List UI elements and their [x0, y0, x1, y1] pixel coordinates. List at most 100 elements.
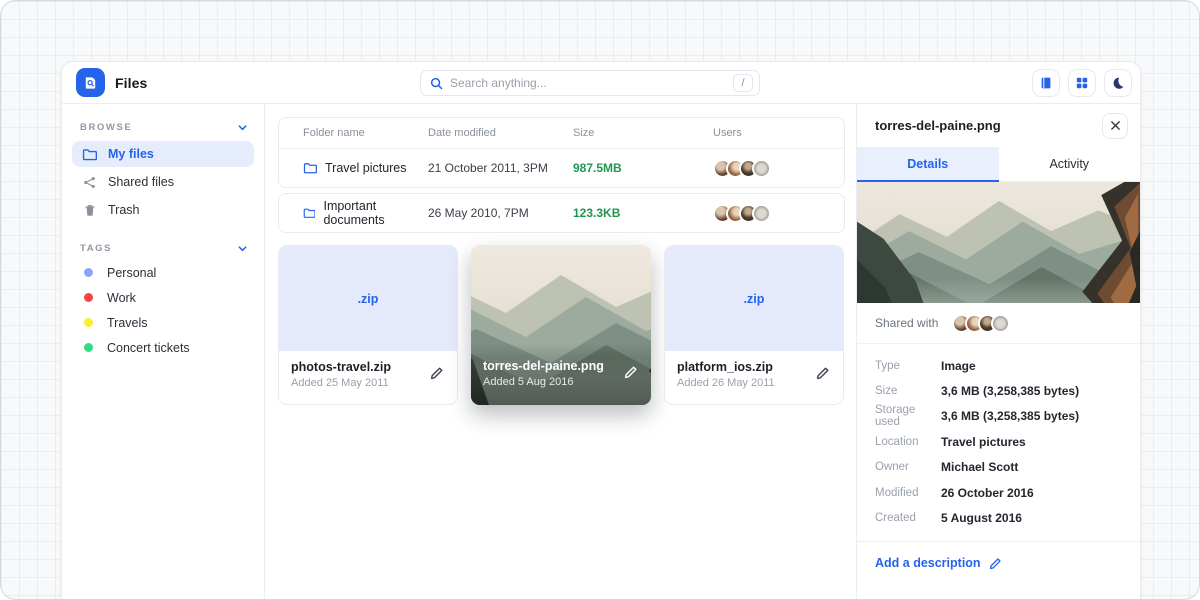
sidebar-item-my-files[interactable]: My files [72, 141, 254, 167]
shared-with-avatars [952, 314, 1010, 333]
table-row[interactable]: Important documents 26 May 2010, 7PM 123… [279, 194, 844, 232]
property-row: Size 3,6 MB (3,258,385 bytes) [875, 378, 1122, 403]
tag-label: Work [107, 291, 136, 305]
file-added-date: Added 25 May 2011 [291, 377, 445, 389]
tag-item-personal[interactable]: Personal [72, 260, 254, 285]
sidebar-item-label: Shared files [108, 175, 174, 189]
file-properties: Type Image Size 3,6 MB (3,258,385 bytes)… [857, 344, 1140, 542]
date-modified: 26 May 2010, 7PM [428, 206, 573, 220]
desktop-background: Files / BROWSE [0, 0, 1200, 600]
table-row[interactable]: Travel pictures 21 October 2011, 3PM 987… [279, 149, 844, 187]
header: Files / [62, 62, 1140, 104]
tag-label: Concert tickets [107, 341, 190, 355]
date-modified: 21 October 2011, 3PM [428, 161, 573, 175]
property-label: Location [875, 436, 941, 448]
search-input[interactable] [450, 76, 733, 90]
tag-label: Personal [107, 266, 156, 280]
close-panel-button[interactable] [1102, 113, 1128, 139]
table-header: Folder name Date modified Size Users [279, 118, 844, 149]
chevron-down-icon[interactable] [237, 243, 248, 254]
property-row: Location Travel pictures [875, 429, 1122, 454]
column-header: Size [573, 127, 713, 139]
page-title: Files [115, 75, 147, 91]
zip-preview: .zip [279, 246, 457, 351]
folder-size: 123.3KB [573, 206, 713, 220]
edit-pencil-icon[interactable] [816, 365, 831, 380]
add-description-label: Add a description [875, 556, 981, 570]
column-header: Users [713, 127, 844, 139]
sidebar-item-shared-files[interactable]: Shared files [72, 169, 254, 195]
app-window: Files / BROWSE [61, 61, 1141, 599]
search-icon [430, 77, 443, 90]
grid-view-icon [1075, 76, 1089, 90]
file-name: torres-del-paine.png [483, 359, 639, 373]
details-panel: torres-del-paine.png Details Activity Sh… [856, 104, 1140, 599]
property-value: 5 August 2016 [941, 511, 1122, 525]
property-label: Size [875, 385, 941, 397]
header-actions [1032, 69, 1132, 97]
dark-mode-button[interactable] [1104, 69, 1132, 97]
tag-item-travels[interactable]: Travels [72, 310, 254, 335]
grid-view-button[interactable] [1068, 69, 1096, 97]
property-value: Image [941, 359, 1122, 373]
property-label: Type [875, 360, 941, 372]
file-name: photos-travel.zip [291, 360, 445, 374]
panel-tabs: Details Activity [857, 147, 1140, 182]
property-label: Owner [875, 461, 941, 473]
user-avatars [713, 159, 844, 178]
tab-details[interactable]: Details [857, 147, 999, 182]
add-description-button[interactable]: Add a description [857, 542, 1140, 584]
property-value: 3,6 MB (3,258,385 bytes) [941, 409, 1122, 423]
tags-section-header[interactable]: TAGS [72, 237, 254, 260]
property-label: Modified [875, 487, 941, 499]
close-icon [1110, 120, 1121, 131]
search-bar[interactable]: / [420, 70, 760, 96]
folder-name: Travel pictures [325, 161, 407, 175]
edit-pencil-icon[interactable] [430, 365, 445, 380]
dark-mode-moon-icon [1111, 76, 1125, 90]
search-shortcut-key: / [733, 74, 753, 92]
file-card-platform-ios[interactable]: .zip platform_ios.zip Added 26 May 2011 [664, 245, 844, 405]
main-content: Folder name Date modified Size Users Tra… [265, 104, 856, 599]
folder-icon [303, 207, 315, 219]
sidebar-item-label: Trash [108, 203, 140, 217]
sidebar-item-label: My files [108, 147, 154, 161]
tag-item-work[interactable]: Work [72, 285, 254, 310]
avatar [991, 314, 1010, 333]
edit-pencil-icon[interactable] [624, 364, 639, 379]
folder-size: 987.5MB [573, 161, 713, 175]
browse-section-header[interactable]: BROWSE [72, 116, 254, 139]
browse-label: BROWSE [80, 122, 132, 133]
panel-file-title: torres-del-paine.png [875, 118, 1001, 133]
panel-image-preview [857, 182, 1140, 303]
file-cards-row: .zip photos-travel.zip Added 25 May 2011 [278, 245, 845, 405]
tag-color-dot [84, 268, 93, 277]
property-row: Type Image [875, 353, 1122, 378]
file-added-date: Added 5 Aug 2016 [483, 376, 639, 388]
tag-color-dot [84, 318, 93, 327]
tag-label: Travels [107, 316, 148, 330]
share-icon [82, 176, 97, 189]
property-value: Travel pictures [941, 435, 1122, 449]
property-row: Owner Michael Scott [875, 455, 1122, 480]
tag-color-dot [84, 343, 93, 352]
property-value: 3,6 MB (3,258,385 bytes) [941, 384, 1122, 398]
folder-table: Folder name Date modified Size Users Tra… [278, 117, 845, 188]
property-value: Michael Scott [941, 460, 1122, 474]
book-button[interactable] [1032, 69, 1060, 97]
chevron-down-icon[interactable] [237, 122, 248, 133]
property-row: Modified 26 October 2016 [875, 480, 1122, 505]
folder-icon [303, 162, 317, 174]
book-icon [1039, 76, 1053, 90]
app-logo-icon [76, 68, 105, 97]
folder-table-row-card: Important documents 26 May 2010, 7PM 123… [278, 193, 845, 233]
file-card-photos-travel[interactable]: .zip photos-travel.zip Added 25 May 2011 [278, 245, 458, 405]
folder-name: Important documents [323, 199, 428, 227]
tab-activity[interactable]: Activity [999, 147, 1141, 182]
file-card-torres-del-paine[interactable]: torres-del-paine.png Added 5 Aug 2016 [471, 245, 651, 405]
property-label: Storage used [875, 404, 941, 428]
sidebar-item-trash[interactable]: Trash [72, 197, 254, 223]
tag-item-concert-tickets[interactable]: Concert tickets [72, 335, 254, 360]
tag-color-dot [84, 293, 93, 302]
property-label: Created [875, 512, 941, 524]
